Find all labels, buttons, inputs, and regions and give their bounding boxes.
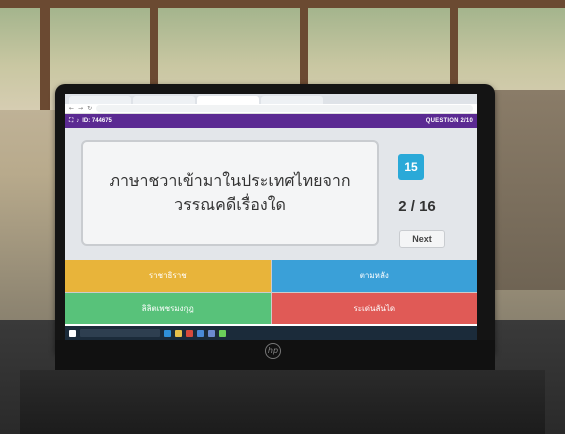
answer-option-3[interactable]: ลิลิตเพชรมงกุฎ <box>65 292 271 324</box>
timer-badge: 15 <box>398 154 424 180</box>
browser-address-bar: ← → ↻ <box>65 104 477 114</box>
game-header: ⛶ ♪ ID: 744675 QUESTION 2/10 <box>65 114 477 128</box>
reload-icon[interactable]: ↻ <box>87 105 92 112</box>
question-card: ภาษาชวาเข้ามาในประเทศไทยจาก วรรณคดีเรื่อ… <box>81 140 379 246</box>
question-stage: ภาษาชวาเข้ามาในประเทศไทยจาก วรรณคดีเรื่อ… <box>65 128 477 260</box>
answer-progress: 2 / 16 <box>398 198 436 215</box>
browser-tab-active[interactable] <box>197 96 259 104</box>
browser-tab-bar <box>65 94 477 104</box>
back-icon[interactable]: ← <box>69 105 74 112</box>
header-left: ⛶ ♪ ID: 744675 <box>69 118 112 125</box>
url-input[interactable] <box>96 105 473 112</box>
question-text: ภาษาชวาเข้ามาในประเทศไทยจาก วรรณคดีเรื่อ… <box>109 171 351 214</box>
browser-tab[interactable] <box>133 96 195 104</box>
room-id: ID: 744675 <box>82 118 112 124</box>
background-frame-bar <box>0 0 565 8</box>
windows-taskbar <box>65 326 477 340</box>
next-button[interactable]: Next <box>399 230 445 248</box>
browser-tab[interactable] <box>261 96 323 104</box>
start-icon[interactable] <box>69 329 76 337</box>
edge-icon[interactable] <box>164 329 171 337</box>
sound-icon[interactable]: ♪ <box>76 118 79 124</box>
answer-option-2[interactable]: ตามหลัง <box>271 260 477 292</box>
hp-logo: hp <box>265 343 281 359</box>
laptop-keyboard <box>20 370 545 434</box>
question-counter: QUESTION 2/10 <box>425 118 473 124</box>
browser-tab[interactable] <box>69 96 131 104</box>
answer-option-4[interactable]: ระเด่นลันได <box>271 292 477 324</box>
fullscreen-icon[interactable]: ⛶ <box>69 118 73 125</box>
taskbar-search[interactable] <box>80 329 160 337</box>
forward-icon[interactable]: → <box>78 105 83 112</box>
answer-grid: ราชาธิราช ตามหลัง ลิลิตเพชรมงกุฎ ระเด่นล… <box>65 260 477 324</box>
app-icon[interactable] <box>219 329 226 337</box>
chrome-icon[interactable] <box>186 329 193 337</box>
background-frame-bar <box>40 0 50 110</box>
laptop-screen: ← → ↻ ⛶ ♪ ID: 744675 QUESTION 2/10 ภาษาช… <box>65 94 477 340</box>
folder-icon[interactable] <box>175 329 182 337</box>
store-icon[interactable] <box>197 329 204 337</box>
answer-option-1[interactable]: ราชาธิราช <box>65 260 271 292</box>
mail-icon[interactable] <box>208 329 215 337</box>
